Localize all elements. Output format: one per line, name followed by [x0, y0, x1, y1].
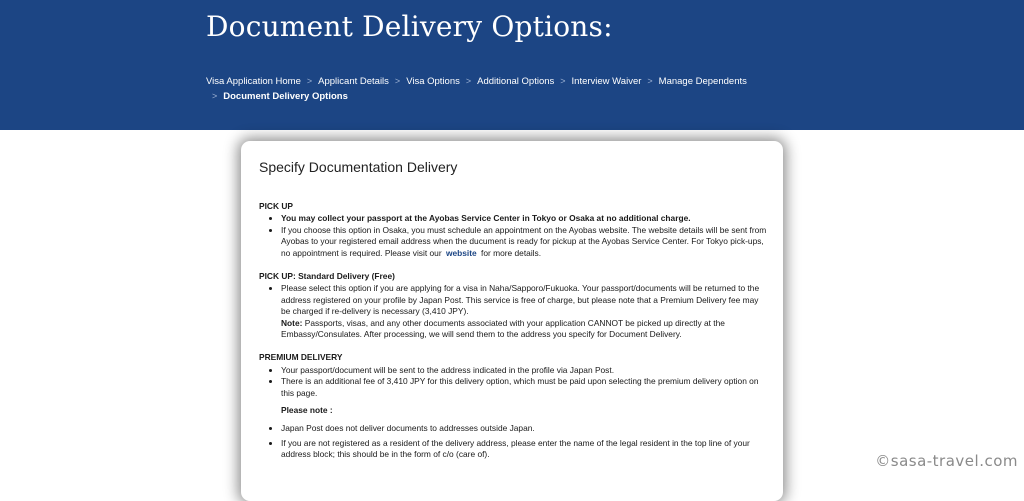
page-header: Document Delivery Options: Visa Applicat… — [0, 0, 1024, 130]
page-title: Document Delivery Options: — [206, 10, 613, 43]
premium-delivery-heading: PREMIUM DELIVERY — [259, 352, 343, 363]
breadcrumb-separator: > — [647, 76, 653, 86]
breadcrumb-visa-options[interactable]: Visa Options — [406, 76, 460, 87]
breadcrumb-separator: > — [465, 76, 472, 86]
premium-notes-list: Japan Post does not deliver documents to… — [259, 423, 767, 461]
breadcrumb-current-row: > Document Delivery Options — [206, 89, 766, 104]
breadcrumb-visa-application-home[interactable]: Visa Application Home — [206, 76, 301, 87]
pickup-section: PICK UP You may collect your passport at… — [259, 201, 767, 259]
watermark: ©sasa-travel.com — [875, 452, 1018, 470]
delivery-options-card: Specify Documentation Delivery PICK UP Y… — [241, 141, 783, 501]
note-label: Note: — [281, 317, 303, 328]
breadcrumb-separator: > — [212, 91, 218, 101]
breadcrumb-additional-options[interactable]: Additional Options — [477, 76, 554, 87]
website-link[interactable]: website — [446, 248, 477, 258]
standard-delivery-section: PICK UP: Standard Delivery (Free) Please… — [259, 271, 767, 340]
breadcrumb-separator: > — [560, 76, 566, 86]
card-body: PICK UP You may collect your passport at… — [259, 201, 767, 473]
breadcrumb-interview-waiver[interactable]: Interview Waiver — [572, 76, 642, 87]
breadcrumb-current: Document Delivery Options — [223, 91, 348, 102]
standard-delivery-heading: PICK UP: Standard Delivery (Free) — [259, 271, 395, 282]
card-title: Specify Documentation Delivery — [259, 159, 458, 175]
list-item: If you are not registered as a resident … — [281, 438, 767, 461]
pickup-list: You may collect your passport at the Ayo… — [259, 213, 767, 259]
list-item: There is an additional fee of 3,410 JPY … — [281, 376, 767, 399]
pickup-info-text-end: for more details. — [481, 247, 542, 258]
standard-delivery-text: Please select this option if you are app… — [281, 283, 760, 317]
list-item: You may collect your passport at the Ayo… — [281, 213, 767, 224]
breadcrumb-manage-dependents[interactable]: Manage Dependents — [659, 76, 747, 87]
list-item: Please select this option if you are app… — [281, 283, 767, 340]
pickup-heading: PICK UP — [259, 201, 293, 211]
list-item: Your passport/document will be sent to t… — [281, 365, 767, 376]
note-line: Note: Passports, visas, and any other do… — [281, 318, 767, 341]
breadcrumb-separator: > — [306, 76, 313, 86]
note-text: Passports, visas, and any other document… — [281, 317, 725, 340]
list-item: If you choose this option in Osaka, you … — [281, 225, 767, 259]
list-item: Japan Post does not deliver documents to… — [281, 423, 767, 434]
breadcrumb-applicant-details[interactable]: Applicant Details — [318, 76, 389, 87]
breadcrumb-separator: > — [394, 76, 401, 86]
please-note-label: Please note : — [281, 405, 333, 416]
breadcrumb: Visa Application Home > Applicant Details >… — [206, 74, 766, 104]
premium-delivery-section: PREMIUM DELIVERY Your passport/document … — [259, 352, 767, 460]
premium-delivery-list: Your passport/document will be sent to t… — [259, 365, 767, 399]
standard-delivery-list: Please select this option if you are app… — [259, 283, 767, 340]
